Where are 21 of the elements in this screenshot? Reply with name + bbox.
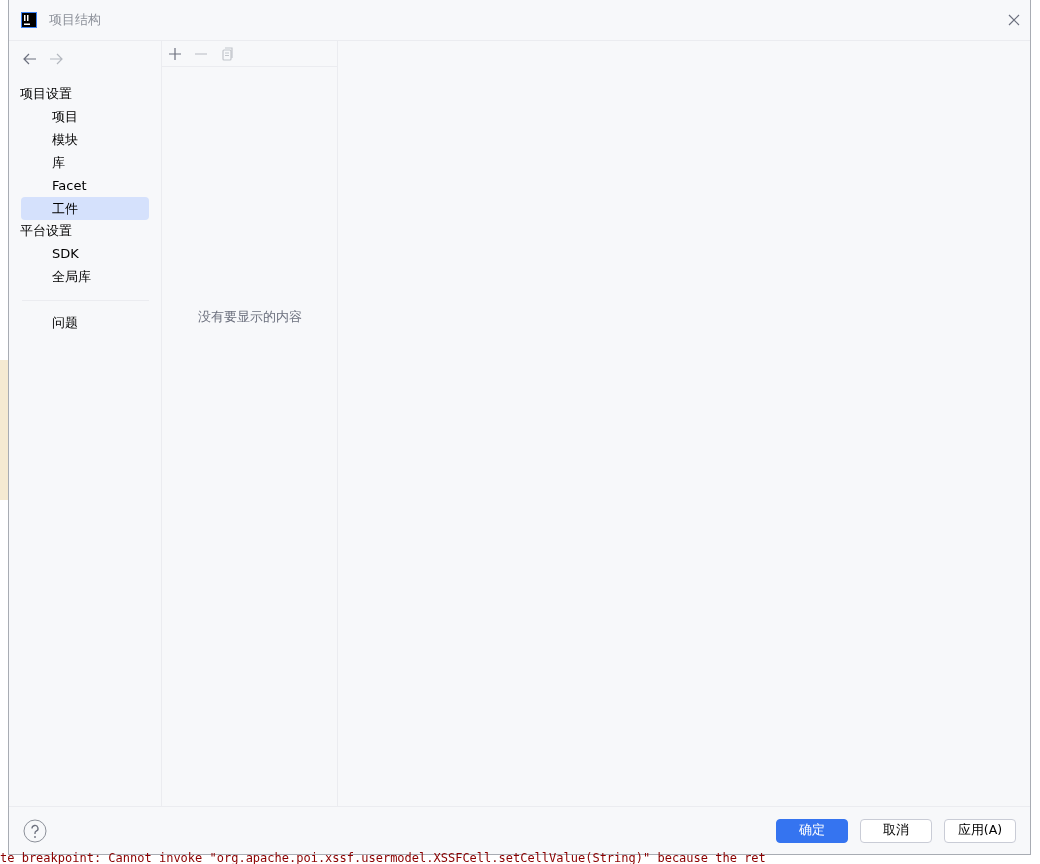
dialog-button[interactable]: 取消: [860, 818, 932, 843]
sidebar-item[interactable]: 库: [21, 151, 149, 174]
help-icon[interactable]: [23, 818, 47, 843]
sidebar-item[interactable]: SDK: [21, 242, 149, 265]
section-header: 项目设置: [20, 85, 73, 103]
sidebar-item[interactable]: 问题: [21, 311, 149, 334]
ok-button[interactable]: 确定: [776, 818, 848, 843]
app-logo-icon: [21, 12, 37, 28]
empty-list-message: 没有要显示的内容: [197, 309, 302, 326]
section-header: 平台设置: [20, 222, 73, 240]
console-message: te breakpoint: Cannot invoke "org.apache.poi.xssf.usermodel.XSSFCell.setCellValue(String)" because the ret: [0, 852, 767, 864]
window-title: 项目结构: [49, 11, 102, 29]
back-arrow-icon[interactable]: [23, 53, 37, 65]
dialog-button[interactable]: 应用(A): [944, 818, 1016, 843]
sidebar-item[interactable]: 全局库: [21, 265, 149, 288]
sidebar-item[interactable]: Facet: [21, 174, 149, 197]
sidebar-item[interactable]: 模块: [21, 128, 149, 151]
sidebar-item[interactable]: 项目: [21, 105, 149, 128]
sidebar-item[interactable]: 工件: [21, 197, 149, 220]
add-icon[interactable]: [168, 46, 182, 61]
close-icon[interactable]: [1008, 14, 1020, 26]
